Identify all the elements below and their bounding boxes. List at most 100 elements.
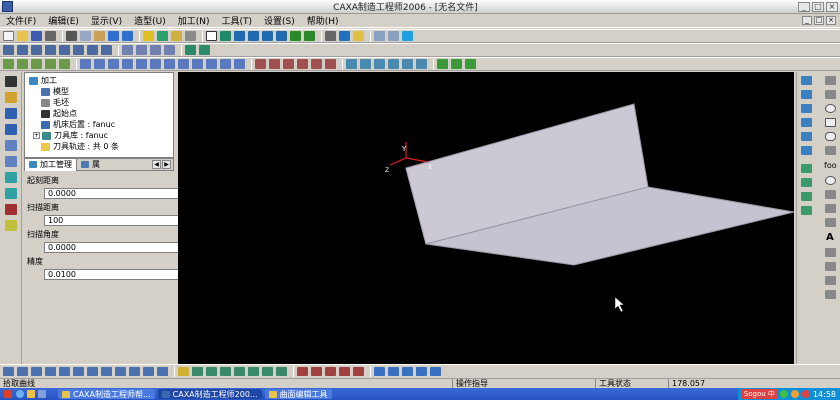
draw-a-icon[interactable] (192, 367, 203, 376)
curve-a-icon[interactable] (255, 59, 266, 69)
view-f-icon[interactable] (73, 45, 84, 55)
select-arrow-icon[interactable] (4, 76, 17, 87)
ellipse-icon[interactable] (825, 132, 836, 141)
menu-model[interactable]: 造型(U) (128, 14, 172, 27)
offset-icon[interactable] (801, 104, 812, 113)
tree-item-model[interactable]: 模型 (41, 86, 69, 97)
tab-properties[interactable]: 属 (77, 159, 104, 170)
menu-settings[interactable]: 设置(S) (258, 14, 301, 27)
view-a-icon[interactable] (3, 45, 14, 55)
transform-icon[interactable] (825, 262, 836, 271)
curve-f-icon[interactable] (325, 59, 336, 69)
quicklaunch-icon[interactable] (27, 390, 35, 398)
shaded-icon[interactable] (339, 31, 350, 41)
zoom-in-icon[interactable] (248, 31, 259, 41)
sketch-icon[interactable] (4, 108, 17, 119)
print-icon[interactable] (45, 31, 56, 41)
close-button[interactable]: × (826, 1, 838, 12)
menu-view[interactable]: 显示(V) (85, 14, 128, 27)
edit-curve-icon[interactable] (825, 248, 836, 257)
chamfer-icon[interactable] (801, 178, 812, 187)
gcode-icon[interactable] (4, 220, 17, 231)
expand-icon[interactable]: + (33, 132, 40, 139)
curve-icon[interactable] (801, 76, 812, 85)
sim-icon[interactable] (4, 204, 17, 215)
menu-tools[interactable]: 工具(T) (216, 14, 259, 27)
volume-icon[interactable] (790, 390, 799, 398)
draw-b-icon[interactable] (206, 367, 217, 376)
surface-a-icon[interactable] (80, 59, 91, 69)
tool-path-b-icon[interactable] (451, 59, 462, 69)
tab-machining-manage[interactable]: 加工管理 (25, 158, 77, 171)
tool-a-icon[interactable] (374, 31, 385, 41)
view-h-icon[interactable] (101, 45, 112, 55)
draw-d-icon[interactable] (234, 367, 245, 376)
machining-c-icon[interactable] (402, 367, 413, 376)
pencil-icon[interactable] (4, 92, 17, 103)
tree-root[interactable]: 加工 (29, 75, 57, 86)
view-j-icon[interactable] (136, 45, 147, 55)
machining-e-icon[interactable] (430, 367, 441, 376)
mirror-icon[interactable] (801, 192, 812, 201)
surface-k-icon[interactable] (220, 59, 231, 69)
hatch-icon[interactable] (825, 190, 836, 199)
mode-f-icon[interactable] (73, 367, 84, 376)
feature-b-icon[interactable] (17, 59, 28, 69)
menu-edit[interactable]: 编辑(E) (42, 14, 85, 27)
curve-d-icon[interactable] (297, 59, 308, 69)
task-caxa-main[interactable]: CAXA制造工程师200... (157, 389, 262, 399)
open-file-icon[interactable] (17, 31, 28, 41)
trim-icon[interactable] (801, 118, 812, 127)
dropdown-icon[interactable] (185, 31, 196, 41)
tree-item-tool-paths[interactable]: 刀具轨迹 : 共 0 条 (41, 141, 119, 152)
task-caxa-help[interactable]: CAXA制造工程师帮... (58, 389, 155, 399)
grid-icon[interactable] (157, 31, 168, 41)
mode-k-icon[interactable] (143, 367, 154, 376)
desktop-icon[interactable] (38, 390, 46, 398)
mode-i-icon[interactable] (115, 367, 126, 376)
tool-path-a-icon[interactable] (437, 59, 448, 69)
path-d-icon[interactable] (339, 367, 350, 376)
point-icon[interactable] (825, 176, 836, 185)
mode-l-icon[interactable] (157, 367, 168, 376)
break-icon[interactable] (801, 146, 812, 155)
path-icon[interactable] (4, 188, 17, 199)
ime-indicator[interactable]: Sogou 中 (741, 389, 777, 399)
view-g-icon[interactable] (87, 45, 98, 55)
equation-icon[interactable] (825, 218, 836, 227)
curve-b-icon[interactable] (269, 59, 280, 69)
text-icon[interactable]: A (826, 232, 834, 243)
edit-a-icon[interactable] (346, 59, 357, 69)
tool-c-icon[interactable] (402, 31, 413, 41)
doc-close-button[interactable]: × (826, 16, 836, 25)
circle-icon[interactable] (825, 104, 836, 113)
view-i-icon[interactable] (122, 45, 133, 55)
tool-b-icon[interactable] (388, 31, 399, 41)
pen-icon[interactable] (178, 367, 189, 376)
mode-a-icon[interactable] (3, 367, 14, 376)
machining-d-icon[interactable] (416, 367, 427, 376)
zoom-window-icon[interactable] (220, 31, 231, 41)
rectangle-icon[interactable] (825, 118, 836, 127)
feature-e-icon[interactable] (59, 59, 70, 69)
param-field[interactable]: 0.0000 (44, 188, 196, 199)
pan-icon[interactable] (290, 31, 301, 41)
mode-g-icon[interactable] (87, 367, 98, 376)
mode-j-icon[interactable] (129, 367, 140, 376)
ie-icon[interactable] (16, 390, 24, 398)
curve-c-icon[interactable] (283, 59, 294, 69)
zoom-icon[interactable] (234, 31, 245, 41)
constraint-icon[interactable] (4, 156, 17, 167)
layers-icon[interactable] (4, 124, 17, 135)
edit-c-icon[interactable] (374, 59, 385, 69)
edit-b-icon[interactable] (360, 59, 371, 69)
surface-f-icon[interactable] (150, 59, 161, 69)
rotate-icon[interactable] (304, 31, 315, 41)
wireframe-icon[interactable] (325, 31, 336, 41)
machining-b-icon[interactable] (388, 367, 399, 376)
menu-help[interactable]: 帮助(H) (301, 14, 345, 27)
surface-e-icon[interactable] (136, 59, 147, 69)
app-icon[interactable] (2, 1, 13, 12)
task-surface-edit[interactable]: 曲面编辑工具 (264, 389, 332, 399)
edit-e-icon[interactable] (402, 59, 413, 69)
